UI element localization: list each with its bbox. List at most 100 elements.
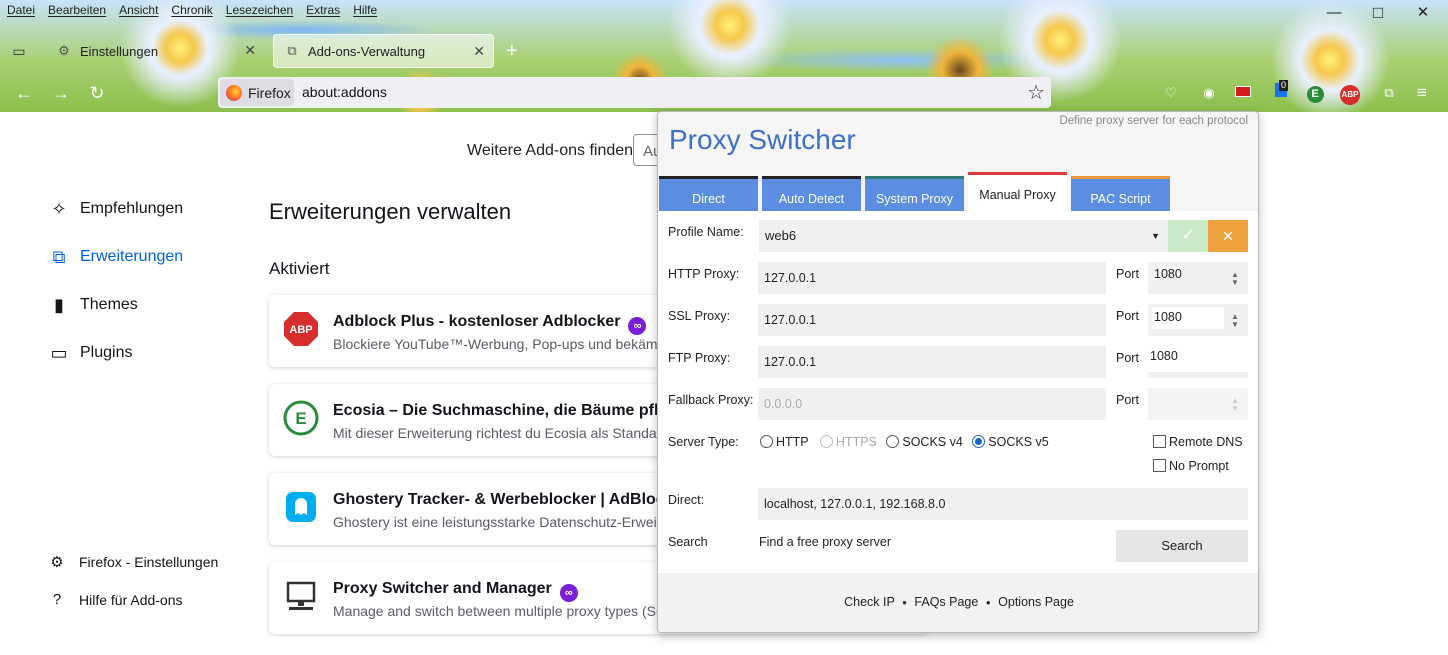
new-tab-button[interactable]: + (506, 40, 518, 63)
ecosia-toolbar-icon[interactable]: E (1304, 82, 1326, 104)
addons-help-link[interactable]: ? Hilfe für Add-ons (48, 591, 183, 608)
tab-einstellungen[interactable]: ⚙ Einstellungen ✕ (46, 34, 264, 68)
help-icon: ? (52, 591, 62, 608)
puzzle-icon: ⧉ (287, 43, 297, 58)
close-icon[interactable]: ✕ (244, 42, 256, 59)
back-button[interactable]: ← (13, 82, 35, 104)
menu-hilfe[interactable]: Hilfe (346, 0, 383, 22)
radio-button (972, 435, 986, 448)
http-port-input[interactable]: 1080 ▲ ▼ (1148, 262, 1248, 294)
page-title: Erweiterungen verwalten (269, 199, 512, 224)
no-prompt-checkbox[interactable]: No Prompt (1153, 459, 1229, 473)
footer-link-label: Firefox - Einstellungen (79, 554, 219, 570)
radio-https[interactable]: HTTPS (819, 435, 877, 449)
extension-name: Ghostery Tracker- & Werbeblocker | AdBlo… (333, 491, 689, 508)
search-button[interactable]: Search (1116, 530, 1248, 562)
menu-datei[interactable]: Datei (0, 0, 41, 22)
abp-toolbar-icon[interactable]: ABP (1339, 82, 1361, 105)
ssl-proxy-input[interactable]: 127.0.0.1 (758, 304, 1106, 336)
identity-box[interactable]: Firefox (220, 79, 294, 106)
ftp-port-input[interactable]: 1080 (1148, 346, 1248, 378)
category-erweiterungen[interactable]: ⧉ Erweiterungen (48, 246, 184, 268)
tab-addons[interactable]: ⧉ Add-ons-Verwaltung ✕ (273, 34, 494, 68)
menu-bar: Datei Bearbeiten Ansicht Chronik Lesezei… (0, 0, 383, 22)
fallback-proxy-input[interactable]: 0.0.0.0 (758, 388, 1106, 420)
radio-http[interactable]: HTTP (760, 435, 808, 449)
pocket-icon[interactable]: ♡ (1160, 82, 1182, 104)
sparkle-icon: ✧ (51, 199, 67, 219)
extension-flag-icon[interactable] (1232, 82, 1254, 104)
url-bar[interactable]: Firefox about:addons ☆ (218, 77, 1051, 108)
tab-auto-detect[interactable]: Auto Detect (762, 176, 861, 212)
bookmark-star-icon[interactable]: ☆ (1027, 80, 1045, 105)
extension-description: Manage and switch between multiple proxy… (333, 603, 696, 619)
radio-socks-v5[interactable]: SOCKS v5 (972, 435, 1049, 449)
url-text[interactable]: about:addons (302, 84, 387, 100)
abp-icon: ABP (283, 311, 319, 347)
spinner-icon[interactable]: ▲ ▼ (1228, 397, 1242, 413)
extension-blue-icon[interactable]: 0 (1270, 80, 1292, 104)
reload-button[interactable]: ↻ (86, 82, 108, 104)
tab-manual-proxy[interactable]: Manual Proxy (968, 172, 1067, 212)
profile-name-select[interactable]: web6 ▼ (759, 220, 1168, 252)
proxy-switcher-popup: Proxy Switcher Define proxy server for e… (657, 111, 1259, 633)
plugin-icon: ▭ (50, 343, 68, 363)
options-link[interactable]: Options Page (998, 595, 1074, 609)
delete-profile-button[interactable]: ✕ (1208, 220, 1248, 252)
app-menu-icon[interactable]: ≡ (1411, 82, 1433, 104)
fallback-port-input[interactable]: ▲ ▼ (1148, 388, 1248, 420)
radio-button (886, 435, 900, 448)
tab-pac-script[interactable]: PAC Script (1071, 176, 1170, 212)
faqs-link[interactable]: FAQs Page (914, 595, 978, 609)
forward-button[interactable]: → (50, 82, 72, 104)
radio-socks-v4[interactable]: SOCKS v4 (886, 435, 963, 449)
save-profile-button[interactable]: ✓ (1168, 220, 1208, 252)
close-icon[interactable]: ✕ (473, 43, 485, 60)
ftp-proxy-input[interactable]: 127.0.0.1 (758, 346, 1106, 378)
minimize-button[interactable]: — (1324, 4, 1344, 22)
menu-extras[interactable]: Extras (299, 0, 346, 22)
spinner-icon[interactable]: ▲ ▼ (1228, 271, 1242, 287)
radio-button (760, 435, 773, 448)
ftp-port-label: Port (1116, 351, 1139, 365)
footer-links: Check IP ● FAQs Page ● Options Page (658, 595, 1258, 609)
tab-system-proxy[interactable]: System Proxy (865, 176, 964, 212)
extension-name: Ecosia – Die Suchmaschine, die Bäume pfl… (333, 402, 691, 419)
menu-lesezeichen[interactable]: Lesezeichen (219, 0, 299, 22)
check-ip-link[interactable]: Check IP (844, 595, 895, 609)
extensions-icon[interactable]: ⧉ (1378, 82, 1400, 104)
section-title: Aktiviert (269, 259, 330, 278)
separator: ● (902, 598, 907, 607)
http-port-value: 1080 (1154, 267, 1182, 281)
svg-text:E: E (295, 409, 306, 428)
maximize-button[interactable]: □ (1368, 4, 1388, 22)
firefox-window: Datei Bearbeiten Ansicht Chronik Lesezei… (0, 0, 1448, 655)
direct-input[interactable]: localhost, 127.0.0.1, 192.168.8.0 (758, 488, 1248, 520)
ecosia-icon: E (283, 400, 319, 436)
menu-ansicht[interactable]: Ansicht (112, 0, 164, 22)
ssl-port-input[interactable]: 1080 ▲ ▼ (1148, 304, 1248, 336)
http-port-label: Port (1116, 267, 1139, 281)
category-empfehlungen[interactable]: ✧ Empfehlungen (48, 198, 183, 220)
identity-label: Firefox (248, 84, 291, 101)
recommended-badge-icon: ∞ (628, 317, 647, 335)
ftp-proxy-label: FTP Proxy: (668, 351, 731, 365)
tab-overview-icon[interactable]: ▭ (8, 40, 30, 62)
category-themes[interactable]: ▮ Themes (48, 294, 138, 316)
menu-chronik[interactable]: Chronik (164, 0, 218, 22)
popup-footer: Check IP ● FAQs Page ● Options Page (658, 573, 1258, 632)
remote-dns-checkbox[interactable]: Remote DNS (1153, 435, 1243, 449)
tab-direct[interactable]: Direct (659, 176, 758, 212)
menu-bearbeiten[interactable]: Bearbeiten (41, 0, 112, 22)
spinner-icon[interactable]: ▲ ▼ (1228, 313, 1242, 329)
http-proxy-input[interactable]: 127.0.0.1 (758, 262, 1106, 294)
firefox-settings-link[interactable]: ⚙ Firefox - Einstellungen (48, 553, 218, 571)
close-window-button[interactable]: ✕ (1413, 4, 1433, 22)
checkbox (1153, 435, 1166, 448)
account-icon[interactable]: ◉ (1198, 82, 1220, 104)
extension-badge: 0 (1279, 80, 1289, 91)
find-free-proxy-text: Find a free proxy server (759, 535, 891, 549)
puzzle-icon: ⧉ (52, 247, 66, 267)
category-plugins[interactable]: ▭ Plugins (48, 342, 132, 364)
ghostery-icon (283, 489, 319, 525)
